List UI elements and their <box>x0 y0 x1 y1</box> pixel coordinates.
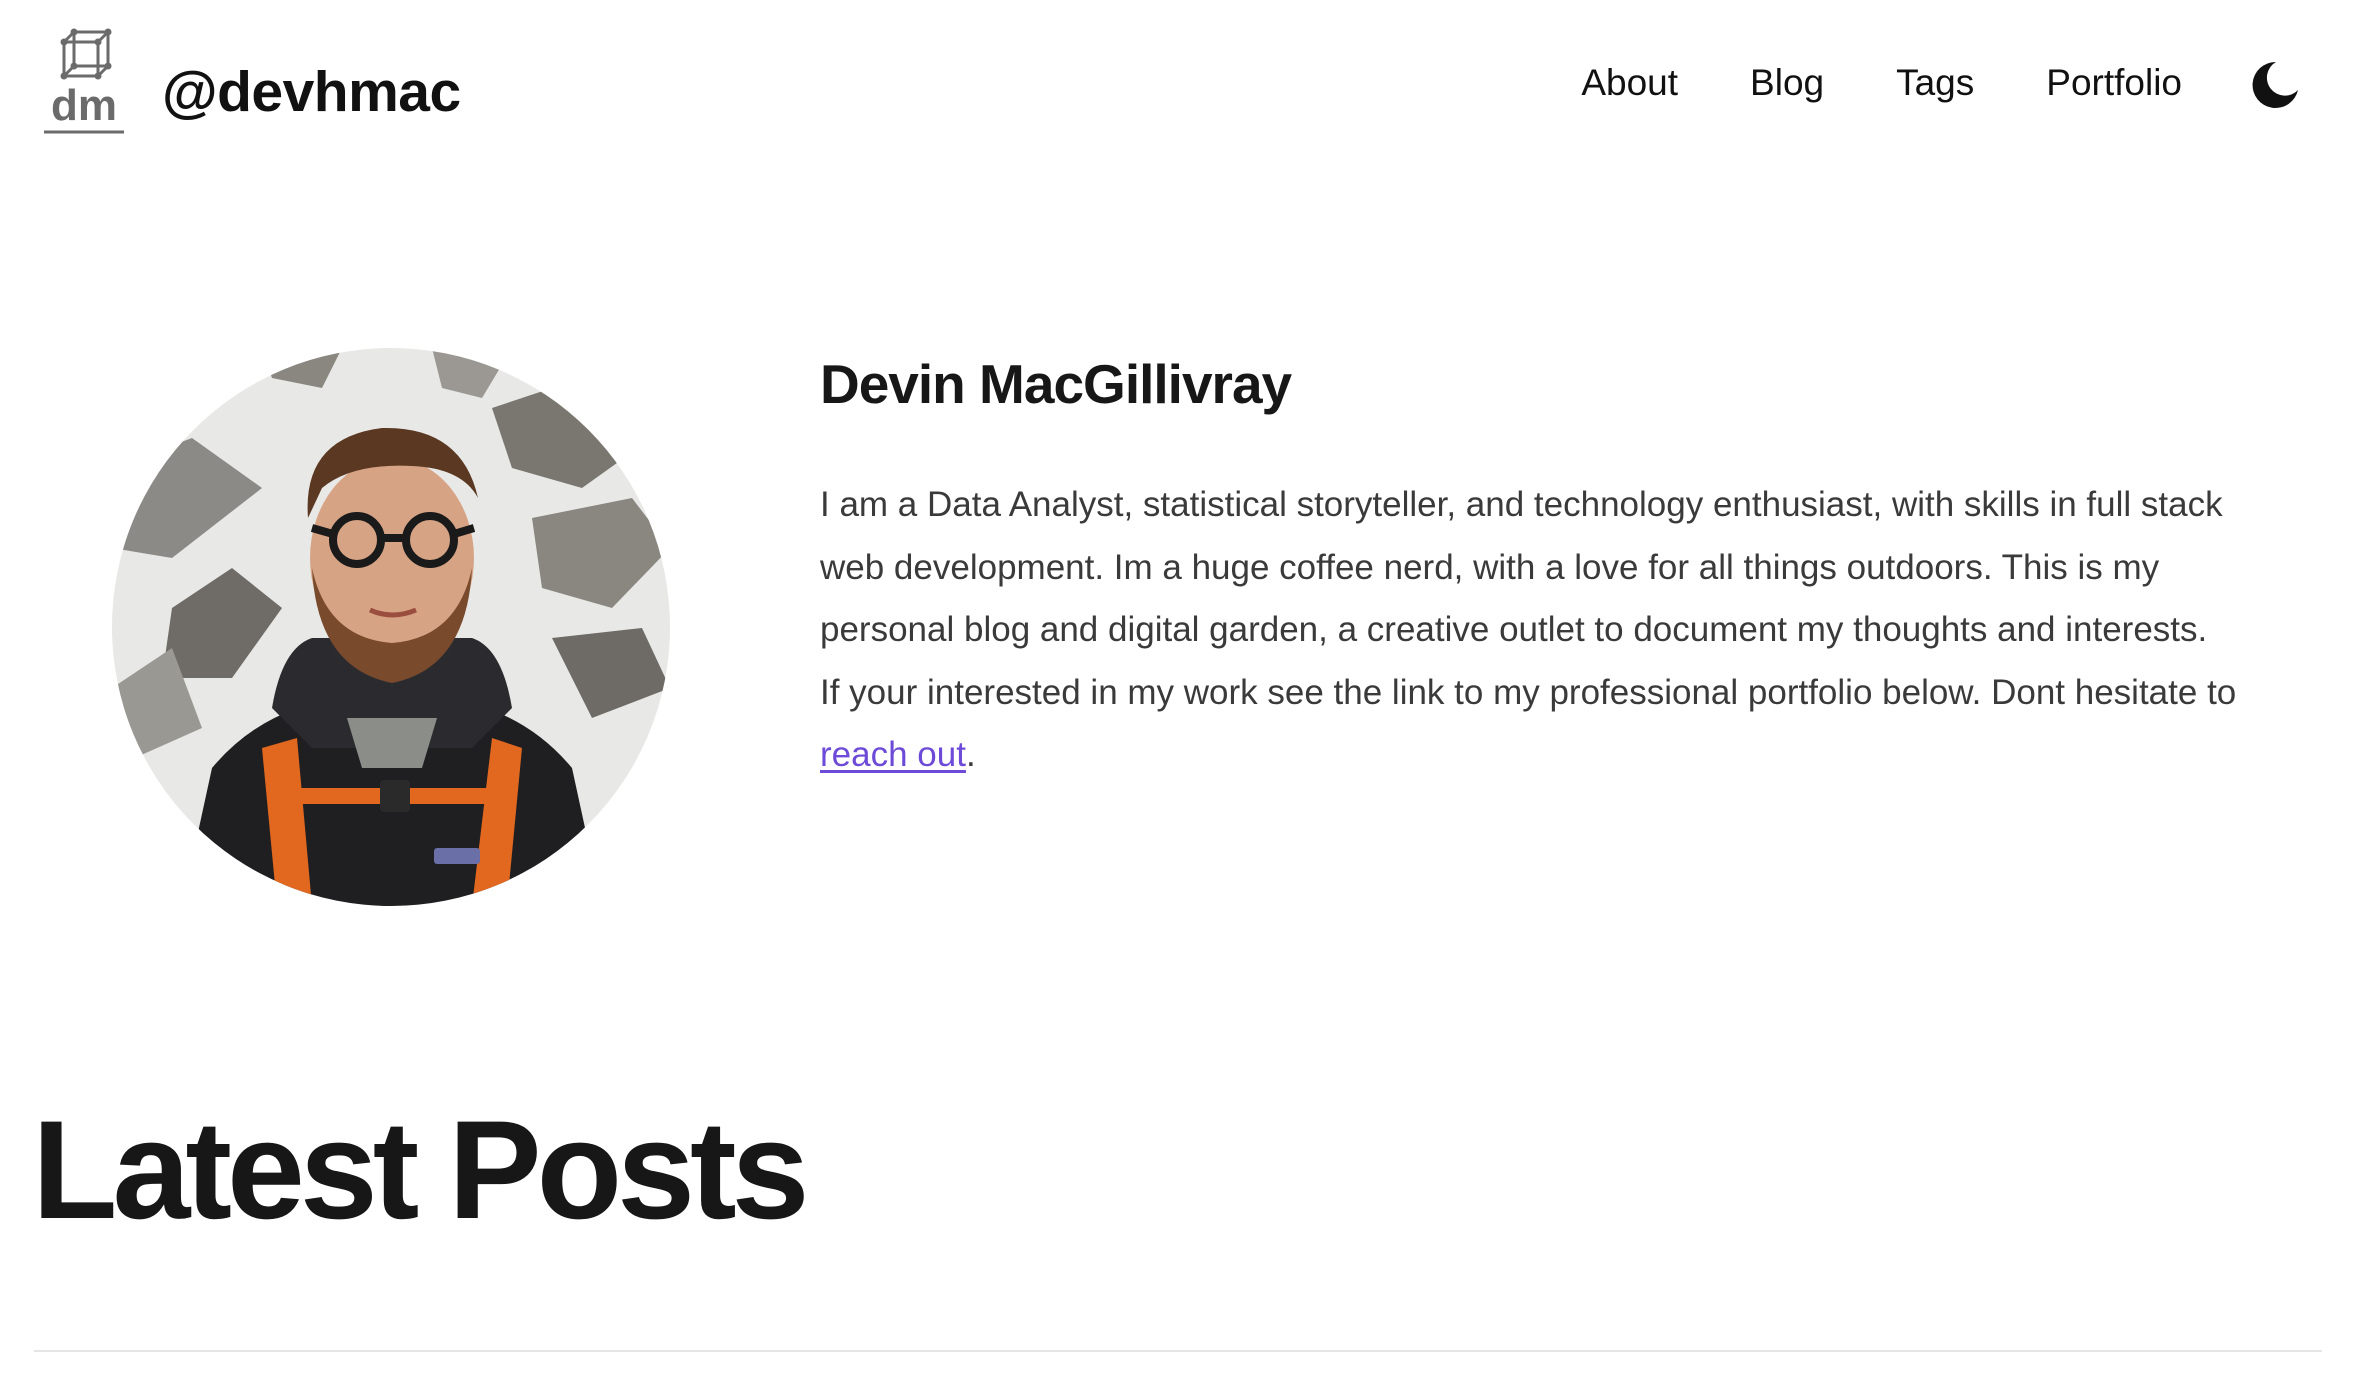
site-logo[interactable]: dm <box>42 28 126 136</box>
avatar <box>112 348 670 906</box>
nav-blog[interactable]: Blog <box>1750 56 1824 110</box>
profile-photo <box>112 348 670 906</box>
bio-paragraph-2-text: If your interested in my work see the li… <box>820 672 2237 712</box>
bio-paragraph-2-end: . <box>965 735 976 774</box>
nav-portfolio[interactable]: Portfolio <box>2046 56 2182 110</box>
latest-posts-heading: Latest Posts <box>32 1091 809 1248</box>
nav-about[interactable]: About <box>1581 56 1678 110</box>
author-name: Devin MacGillivray <box>820 353 1292 415</box>
nav-tags[interactable]: Tags <box>1896 56 1974 110</box>
bio-paragraph-2: If your interested in my work see the li… <box>820 662 2290 787</box>
section-divider <box>34 1350 2322 1352</box>
logo-text: dm <box>51 81 117 130</box>
moon-icon <box>2252 61 2298 108</box>
author-bio: I am a Data Analyst, statistical storyte… <box>820 474 2290 787</box>
main-nav: About Blog Tags Portfolio <box>1509 56 2182 110</box>
reach-out-link[interactable]: reach out <box>820 735 966 774</box>
page: dm @devhmac About Blog Tags Portfolio De… <box>0 0 2372 1378</box>
bio-paragraph-1: I am a Data Analyst, statistical storyte… <box>820 485 2223 649</box>
site-header: dm @devhmac About Blog Tags Portfolio <box>0 0 2372 170</box>
theme-toggle-button[interactable] <box>2248 58 2302 112</box>
site-handle[interactable]: @devhmac <box>162 56 461 128</box>
dm-cube-logo-icon: dm <box>44 28 124 134</box>
